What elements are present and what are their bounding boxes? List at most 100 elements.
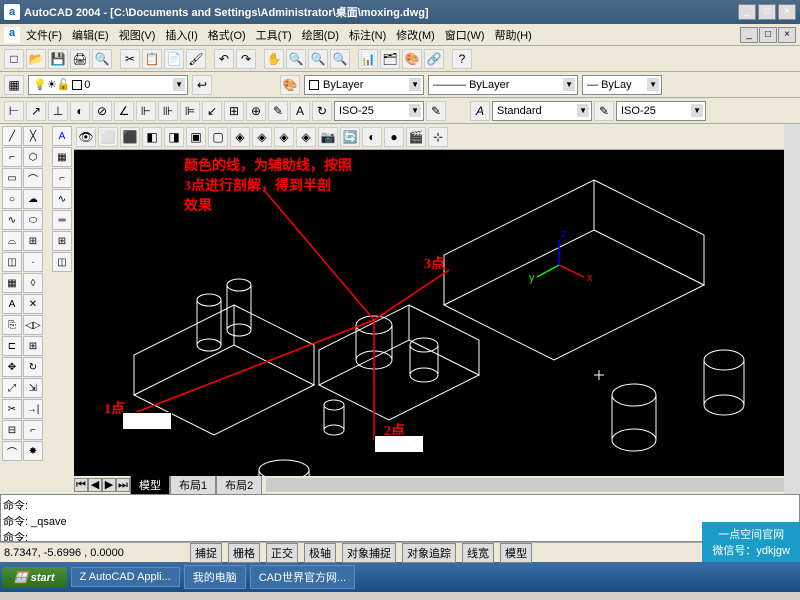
dimrad-icon[interactable]: ◐ bbox=[70, 101, 90, 121]
dimcont-icon[interactable]: ⊫ bbox=[180, 101, 200, 121]
taskbar-autocad[interactable]: Z AutoCAD Appli... bbox=[71, 567, 180, 587]
zoom-prev-icon[interactable]: 🔍 bbox=[330, 49, 350, 69]
menu-edit[interactable]: 编辑(E) bbox=[68, 25, 113, 45]
circle-icon[interactable]: ○ bbox=[2, 189, 22, 209]
polar-toggle[interactable]: 极轴 bbox=[304, 543, 336, 563]
dimord-icon[interactable]: ⊥ bbox=[48, 101, 68, 121]
otrack-toggle[interactable]: 对象追踪 bbox=[402, 543, 456, 563]
save-icon[interactable]: 💾 bbox=[48, 49, 68, 69]
osnap-toggle[interactable]: 对象捕捉 bbox=[342, 543, 396, 563]
tab-first-icon[interactable]: ⏮ bbox=[74, 478, 88, 492]
layer-mgr-icon[interactable]: ▦ bbox=[4, 75, 24, 95]
splinedit-icon[interactable]: ∿ bbox=[52, 189, 72, 209]
tp-icon[interactable]: 🎨 bbox=[402, 49, 422, 69]
array-icon[interactable]: ⊞ bbox=[23, 336, 43, 356]
dimedit-icon[interactable]: ✎ bbox=[268, 101, 288, 121]
close-button[interactable]: × bbox=[778, 4, 796, 20]
right-view-icon[interactable]: ◨ bbox=[164, 127, 184, 147]
menu-window[interactable]: 窗口(W) bbox=[441, 25, 489, 45]
line-icon[interactable]: ╱ bbox=[2, 126, 22, 146]
help-icon[interactable]: ? bbox=[452, 49, 472, 69]
region-icon[interactable]: ◊ bbox=[23, 273, 43, 293]
drawing-canvas[interactable]: x y z 颜色的线，为辅助线，按照 3点进行剖解，得到半剖 效果 3点 1点 … bbox=[74, 150, 784, 476]
ucs-icon[interactable]: ⊹ bbox=[428, 127, 448, 147]
dimtedit-icon[interactable]: A bbox=[290, 101, 310, 121]
hide-icon[interactable]: ◐ bbox=[362, 127, 382, 147]
dimstyle2-icon[interactable]: ✎ bbox=[594, 101, 614, 121]
taskbar-browser[interactable]: CAD世界官方网... bbox=[250, 565, 355, 589]
trim-icon[interactable]: ✂ bbox=[2, 399, 22, 419]
menu-draw[interactable]: 绘图(D) bbox=[298, 25, 343, 45]
left-view-icon[interactable]: ◧ bbox=[142, 127, 162, 147]
dc-icon[interactable]: 🗂 bbox=[380, 49, 400, 69]
erase-icon[interactable]: ✕ bbox=[23, 294, 43, 314]
tab-prev-icon[interactable]: ◀ bbox=[88, 478, 102, 492]
dimbase-icon[interactable]: ⊪ bbox=[158, 101, 178, 121]
mtext2-icon[interactable]: A bbox=[52, 126, 72, 146]
dimdia-icon[interactable]: ⊘ bbox=[92, 101, 112, 121]
insert-icon[interactable]: ⊞ bbox=[23, 231, 43, 251]
qdim-icon[interactable]: ⊩ bbox=[136, 101, 156, 121]
arc-icon[interactable]: ⌒ bbox=[23, 168, 43, 188]
mirror-icon[interactable]: ◁▷ bbox=[23, 315, 43, 335]
tab-layout1[interactable]: 布局1 bbox=[170, 475, 216, 495]
shade-icon[interactable]: ● bbox=[384, 127, 404, 147]
layer-prev-icon[interactable]: ↩ bbox=[192, 75, 212, 95]
copy-icon[interactable]: ⎘ bbox=[2, 315, 22, 335]
new-icon[interactable]: □ bbox=[4, 49, 24, 69]
dimlinear-icon[interactable]: ⊢ bbox=[4, 101, 24, 121]
textstyle-combo[interactable]: Standard bbox=[492, 101, 592, 121]
minimize-button[interactable]: _ bbox=[738, 4, 756, 20]
front-view-icon[interactable]: ▣ bbox=[186, 127, 206, 147]
properties-icon[interactable]: 📊 bbox=[358, 49, 378, 69]
grid-toggle[interactable]: 栅格 bbox=[228, 543, 260, 563]
dimstyle-combo[interactable]: ISO-25 bbox=[334, 101, 424, 121]
matchprop-icon[interactable]: 🖌 bbox=[186, 49, 206, 69]
mledit-icon[interactable]: ═ bbox=[52, 210, 72, 230]
tab-model[interactable]: 模型 bbox=[130, 475, 170, 495]
scale-icon[interactable]: ⤢ bbox=[2, 378, 22, 398]
seiso-icon[interactable]: ◈ bbox=[252, 127, 272, 147]
rectangle-icon[interactable]: ▭ bbox=[2, 168, 22, 188]
pedit-icon[interactable]: ⌐ bbox=[52, 168, 72, 188]
dimang-icon[interactable]: ∠ bbox=[114, 101, 134, 121]
ellipsearc-icon[interactable]: ⌓ bbox=[2, 231, 22, 251]
qleader-icon[interactable]: ↙ bbox=[202, 101, 222, 121]
copy-icon[interactable]: 📋 bbox=[142, 49, 162, 69]
hedit-icon[interactable]: ▦ bbox=[52, 147, 72, 167]
menu-tools[interactable]: 工具(T) bbox=[252, 25, 296, 45]
block-icon[interactable]: ◫ bbox=[2, 252, 22, 272]
menu-insert[interactable]: 插入(I) bbox=[161, 25, 201, 45]
swiso-icon[interactable]: ◈ bbox=[230, 127, 250, 147]
named-views-icon[interactable]: 👁 bbox=[76, 127, 96, 147]
maximize-button[interactable]: □ bbox=[758, 4, 776, 20]
render-icon[interactable]: 🎬 bbox=[406, 127, 426, 147]
menu-file[interactable]: 文件(F) bbox=[22, 25, 66, 45]
snap-toggle[interactable]: 捕捉 bbox=[190, 543, 222, 563]
point-icon[interactable]: · bbox=[23, 252, 43, 272]
polygon-icon[interactable]: ⬡ bbox=[23, 147, 43, 167]
dimaligned-icon[interactable]: ↗ bbox=[26, 101, 46, 121]
lineweight-combo[interactable]: — ByLay bbox=[582, 75, 662, 95]
nwiso-icon[interactable]: ◈ bbox=[296, 127, 316, 147]
fillet-icon[interactable]: ⌒ bbox=[2, 441, 22, 461]
mdi-close[interactable]: × bbox=[778, 27, 796, 43]
tab-next-icon[interactable]: ▶ bbox=[102, 478, 116, 492]
mtext-icon[interactable]: A bbox=[2, 294, 22, 314]
pline-icon[interactable]: ⌐ bbox=[2, 147, 22, 167]
chamfer-icon[interactable]: ⌐ bbox=[23, 420, 43, 440]
top-view-icon[interactable]: ⬜ bbox=[98, 127, 118, 147]
taskbar-mycomputer[interactable]: 我的电脑 bbox=[184, 565, 246, 589]
offset-icon[interactable]: ⊏ bbox=[2, 336, 22, 356]
camera-icon[interactable]: 📷 bbox=[318, 127, 338, 147]
back-view-icon[interactable]: ▢ bbox=[208, 127, 228, 147]
explode-icon[interactable]: ✸ bbox=[23, 441, 43, 461]
layer-combo[interactable]: 💡☀🔓 0 bbox=[28, 75, 188, 95]
ortho-toggle[interactable]: 正交 bbox=[266, 543, 298, 563]
tab-layout2[interactable]: 布局2 bbox=[216, 475, 262, 495]
hatch-icon[interactable]: ▦ bbox=[2, 273, 22, 293]
menu-help[interactable]: 帮助(H) bbox=[491, 25, 536, 45]
extend-icon[interactable]: →| bbox=[23, 399, 43, 419]
model-toggle[interactable]: 模型 bbox=[500, 543, 532, 563]
color-combo[interactable]: ByLayer bbox=[304, 75, 424, 95]
